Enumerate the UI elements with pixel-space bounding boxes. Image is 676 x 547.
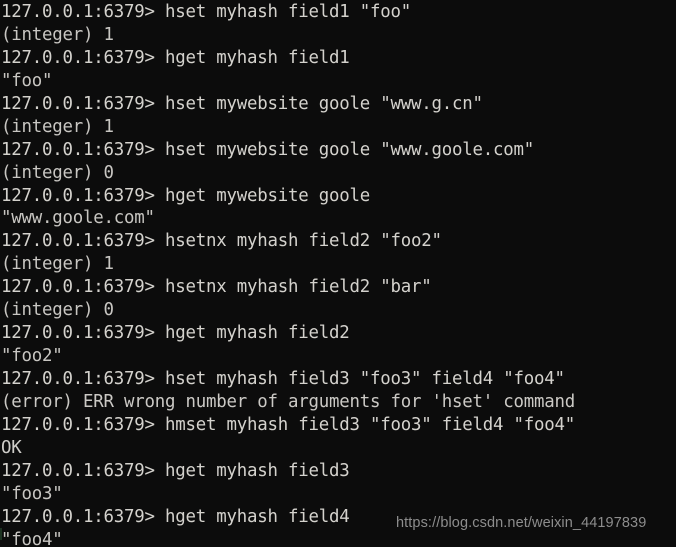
terminal-line-prompt: 127.0.0.1:6379> hget mywebsite goole	[1, 185, 371, 206]
terminal-line-prompt: 127.0.0.1:6379> hmset myhash field3 "foo…	[1, 414, 576, 435]
terminal-line-prompt: 127.0.0.1:6379> hset myhash field1 "foo"	[1, 2, 412, 22]
terminal-line-reply: "foo3"	[1, 483, 63, 504]
terminal-line-reply: "foo"	[1, 70, 53, 91]
watermark-url: https://blog.csdn.net/weixin_44197839	[396, 515, 647, 531]
terminal-line-status: OK	[1, 437, 22, 458]
redis-cli-terminal-window: 127.0.0.1:6379> hset myhash field1 "foo"…	[0, 0, 676, 547]
terminal-line-prompt: 127.0.0.1:6379> hget myhash field1	[1, 47, 350, 68]
terminal-line-reply: (integer) 0	[1, 300, 114, 321]
terminal-line-reply: (integer) 1	[1, 24, 114, 45]
terminal-line-prompt: 127.0.0.1:6379> hset mywebsite goole "ww…	[1, 93, 483, 114]
terminal-line-prompt: 127.0.0.1:6379> hget myhash field3	[1, 460, 350, 481]
terminal-line-reply: "www.goole.com"	[1, 208, 155, 229]
terminal-line-prompt: 127.0.0.1:6379> hset myhash field3 "foo3…	[1, 369, 565, 389]
terminal-line-error: (error) ERR wrong number of arguments fo…	[1, 391, 576, 412]
terminal-line-reply: "foo2"	[1, 346, 63, 367]
terminal-line-prompt: 127.0.0.1:6379> hset mywebsite goole "ww…	[1, 139, 535, 160]
terminal-line-reply: "foo4"	[1, 529, 63, 547]
terminal-line-reply: (integer) 1	[1, 116, 114, 137]
terminal-line-prompt: 127.0.0.1:6379> hget myhash field2	[1, 323, 350, 344]
terminal-line-prompt: 127.0.0.1:6379> hsetnx myhash field2 "fo…	[1, 231, 442, 252]
terminal-line-prompt: 127.0.0.1:6379> hsetnx myhash field2 "ba…	[1, 277, 432, 298]
terminal-output-area[interactable]: 127.0.0.1:6379> hset myhash field1 "foo"…	[0, 0, 676, 547]
terminal-line-reply: (integer) 1	[1, 254, 114, 275]
terminal-line-reply: (integer) 0	[1, 162, 114, 183]
terminal-edge-accent	[0, 528, 2, 540]
